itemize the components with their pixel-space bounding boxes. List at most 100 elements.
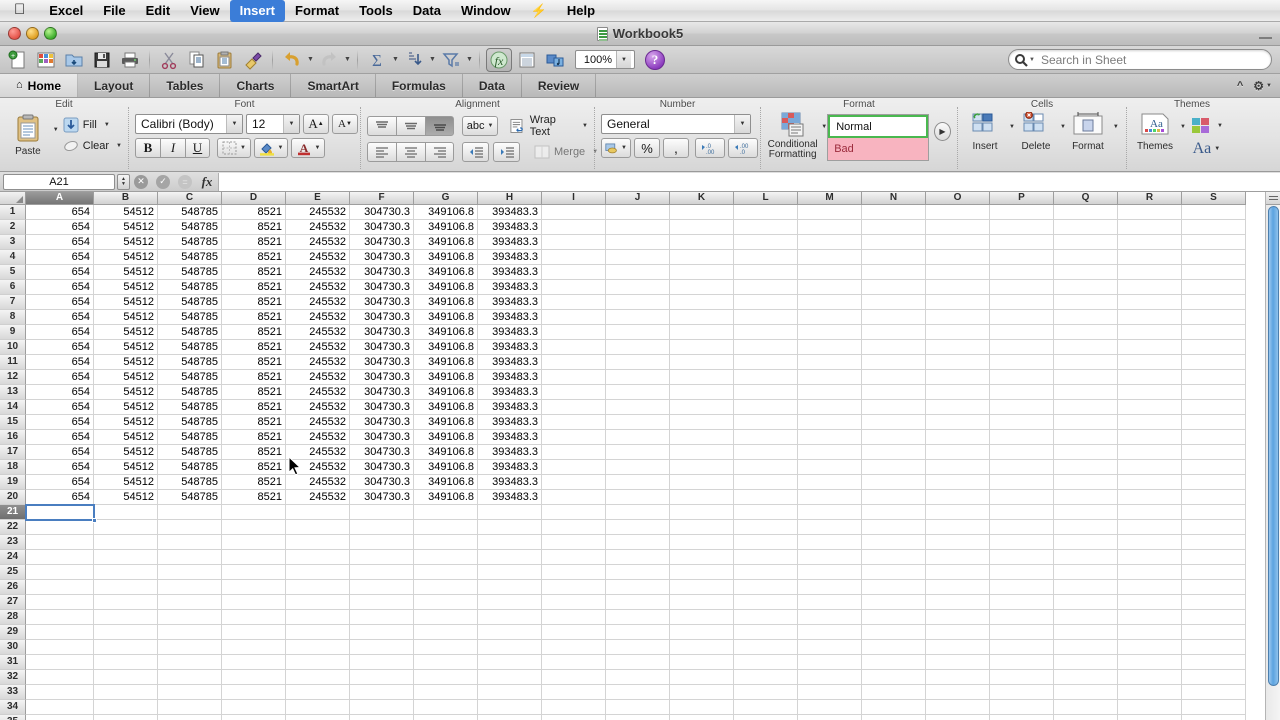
cell-H7[interactable]: 393483.3 <box>478 295 542 310</box>
row-header-7[interactable]: 7 <box>0 295 26 310</box>
row-header-10[interactable]: 10 <box>0 340 26 355</box>
cell-O35[interactable] <box>926 715 990 720</box>
cell-R11[interactable] <box>1118 355 1182 370</box>
cell-A3[interactable]: 654 <box>26 235 94 250</box>
cell-H2[interactable]: 393483.3 <box>478 220 542 235</box>
cell-K35[interactable] <box>670 715 734 720</box>
cell-I28[interactable] <box>542 610 606 625</box>
cell-S19[interactable] <box>1182 475 1246 490</box>
cell-G31[interactable] <box>414 655 478 670</box>
cell-S26[interactable] <box>1182 580 1246 595</box>
cell-Q7[interactable] <box>1054 295 1118 310</box>
cell-I6[interactable] <box>542 280 606 295</box>
cell-A10[interactable]: 654 <box>26 340 94 355</box>
row-header-19[interactable]: 19 <box>0 475 26 490</box>
cut-icon[interactable] <box>156 48 182 72</box>
cell-C14[interactable]: 548785 <box>158 400 222 415</box>
menu-item-edit[interactable]: Edit <box>136 0 181 22</box>
cell-O26[interactable] <box>926 580 990 595</box>
cell-M6[interactable] <box>798 280 862 295</box>
cell-S18[interactable] <box>1182 460 1246 475</box>
cell-M8[interactable] <box>798 310 862 325</box>
cell-M28[interactable] <box>798 610 862 625</box>
column-header-B[interactable]: B <box>94 192 158 205</box>
borders-dropdown-arrow-icon[interactable]: ▼ <box>240 145 246 151</box>
cell-C17[interactable]: 548785 <box>158 445 222 460</box>
cell-B25[interactable] <box>94 565 158 580</box>
fx-icon[interactable]: fx <box>196 172 218 192</box>
cell-M10[interactable] <box>798 340 862 355</box>
cell-S25[interactable] <box>1182 565 1246 580</box>
font-size-field[interactable]: 12 ▼ <box>246 114 300 134</box>
column-header-A[interactable]: A <box>26 192 94 205</box>
cell-N27[interactable] <box>862 595 926 610</box>
row-header-29[interactable]: 29 <box>0 625 26 640</box>
cell-D19[interactable]: 8521 <box>222 475 286 490</box>
cell-B26[interactable] <box>94 580 158 595</box>
cell-G35[interactable] <box>414 715 478 720</box>
percent-button[interactable]: % <box>634 138 660 158</box>
row-header-11[interactable]: 11 <box>0 355 26 370</box>
cell-M21[interactable] <box>798 505 862 520</box>
cell-S5[interactable] <box>1182 265 1246 280</box>
cell-S7[interactable] <box>1182 295 1246 310</box>
row-header-24[interactable]: 24 <box>0 550 26 565</box>
cell-C9[interactable]: 548785 <box>158 325 222 340</box>
minimize-button[interactable] <box>26 27 39 40</box>
menu-item-help[interactable]: Help <box>557 0 605 22</box>
cell-N12[interactable] <box>862 370 926 385</box>
cell-R8[interactable] <box>1118 310 1182 325</box>
cell-J12[interactable] <box>606 370 670 385</box>
cell-P21[interactable] <box>990 505 1054 520</box>
cell-S34[interactable] <box>1182 700 1246 715</box>
cell-F27[interactable] <box>350 595 414 610</box>
menu-item-file[interactable]: File <box>93 0 135 22</box>
cell-K25[interactable] <box>670 565 734 580</box>
cell-Q4[interactable] <box>1054 250 1118 265</box>
cell-Q3[interactable] <box>1054 235 1118 250</box>
tab-data[interactable]: Data <box>463 74 522 97</box>
font-color-button[interactable]: A ▼ <box>291 138 325 158</box>
cell-S17[interactable] <box>1182 445 1246 460</box>
cell-Q32[interactable] <box>1054 670 1118 685</box>
cell-N1[interactable] <box>862 205 926 220</box>
column-header-O[interactable]: O <box>926 192 990 205</box>
show-toolbox-icon[interactable] <box>514 48 540 72</box>
cell-H19[interactable]: 393483.3 <box>478 475 542 490</box>
insert-cells-button[interactable]: Insert <box>964 112 1006 152</box>
cell-F28[interactable] <box>350 610 414 625</box>
cell-P15[interactable] <box>990 415 1054 430</box>
column-header-D[interactable]: D <box>222 192 286 205</box>
cell-F16[interactable]: 304730.3 <box>350 430 414 445</box>
row-header-27[interactable]: 27 <box>0 595 26 610</box>
cell-P20[interactable] <box>990 490 1054 505</box>
cell-S1[interactable] <box>1182 205 1246 220</box>
cell-G18[interactable]: 349106.8 <box>414 460 478 475</box>
cell-G5[interactable]: 349106.8 <box>414 265 478 280</box>
cell-S28[interactable] <box>1182 610 1246 625</box>
cell-B5[interactable]: 54512 <box>94 265 158 280</box>
cell-B11[interactable]: 54512 <box>94 355 158 370</box>
row-header-35[interactable]: 35 <box>0 715 26 720</box>
format-painter-icon[interactable] <box>240 48 266 72</box>
save-icon[interactable] <box>89 48 115 72</box>
cell-M18[interactable] <box>798 460 862 475</box>
menu-item-data[interactable]: Data <box>403 0 451 22</box>
cell-K33[interactable] <box>670 685 734 700</box>
cell-J9[interactable] <box>606 325 670 340</box>
cell-K7[interactable] <box>670 295 734 310</box>
cell-K29[interactable] <box>670 625 734 640</box>
cell-K9[interactable] <box>670 325 734 340</box>
cell-G19[interactable]: 349106.8 <box>414 475 478 490</box>
cell-A6[interactable]: 654 <box>26 280 94 295</box>
cell-Q29[interactable] <box>1054 625 1118 640</box>
cell-E25[interactable] <box>286 565 350 580</box>
cell-C1[interactable]: 548785 <box>158 205 222 220</box>
cell-Q6[interactable] <box>1054 280 1118 295</box>
cell-A29[interactable] <box>26 625 94 640</box>
orientation-button[interactable]: abc ▼ <box>462 116 499 136</box>
cell-N30[interactable] <box>862 640 926 655</box>
cell-A1[interactable]: 654 <box>26 205 94 220</box>
cell-Q13[interactable] <box>1054 385 1118 400</box>
cell-G14[interactable]: 349106.8 <box>414 400 478 415</box>
